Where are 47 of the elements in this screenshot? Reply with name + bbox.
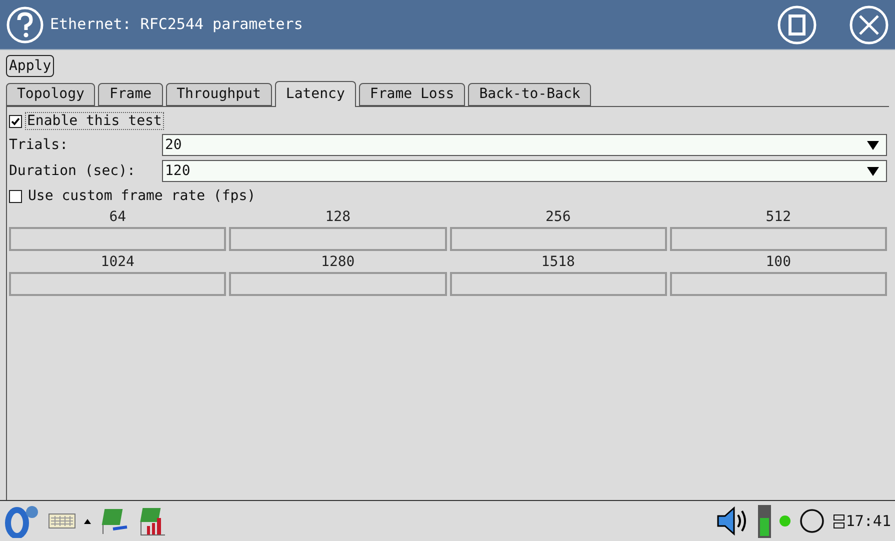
circle-icon[interactable] [798, 508, 825, 534]
rate-field[interactable] [9, 227, 226, 251]
maximize-icon[interactable] [777, 4, 817, 44]
rate-field[interactable] [229, 227, 446, 251]
frame-size-label: 512 [764, 208, 792, 227]
tab[interactable]: Latency [274, 81, 356, 107]
network-card-icon[interactable] [99, 507, 129, 535]
tab[interactable]: Back-to-Back [468, 83, 592, 106]
rate-field[interactable] [670, 227, 887, 251]
frame-size-label: 100 [764, 253, 792, 272]
checkmark-icon [11, 116, 20, 126]
start-icon[interactable] [4, 504, 40, 538]
tab[interactable]: Frame Loss [358, 83, 466, 106]
rate-field[interactable] [450, 272, 667, 296]
checkbox-label: Use custom frame rate (fps) [28, 186, 256, 206]
dropdown-field[interactable]: 120 [162, 160, 887, 182]
field-label: Trials: [9, 136, 70, 154]
frame-size-label: 128 [324, 208, 352, 227]
tab[interactable]: Throughput [166, 83, 272, 106]
frame-size-label: 64 [108, 208, 128, 227]
tab[interactable]: Topology [6, 83, 96, 106]
frame-size-label: 1024 [100, 253, 136, 272]
status-dot-icon [778, 515, 791, 527]
network-stats-icon[interactable] [137, 506, 167, 536]
field-label: Duration (sec): [9, 162, 136, 180]
dropdown-field[interactable]: 20 [162, 134, 887, 156]
checkbox[interactable] [9, 190, 22, 202]
rate-field[interactable] [450, 227, 667, 251]
clock: 17:41 [846, 510, 891, 532]
rate-field[interactable] [670, 272, 887, 296]
dropdown-arrow-icon [866, 166, 880, 176]
window-title: Ethernet: RFC2544 parameters [50, 14, 304, 36]
keyboard-icon[interactable] [48, 513, 76, 529]
caret-icon[interactable] [84, 518, 91, 524]
checkbox[interactable] [9, 114, 22, 128]
help-icon[interactable] [6, 6, 44, 44]
connection-icon[interactable] [832, 512, 845, 530]
tab[interactable]: Frame [98, 83, 163, 106]
checkbox-label: Enable this test [25, 112, 164, 130]
frame-size-label: 256 [544, 208, 572, 227]
frame-size-label: 1280 [320, 253, 356, 272]
rate-field[interactable] [9, 272, 226, 296]
close-icon[interactable] [849, 4, 889, 44]
dropdown-arrow-icon [866, 140, 880, 150]
apply-button[interactable]: Apply [6, 54, 54, 76]
frame-size-label: 1518 [540, 253, 576, 272]
rate-field[interactable] [229, 272, 446, 296]
